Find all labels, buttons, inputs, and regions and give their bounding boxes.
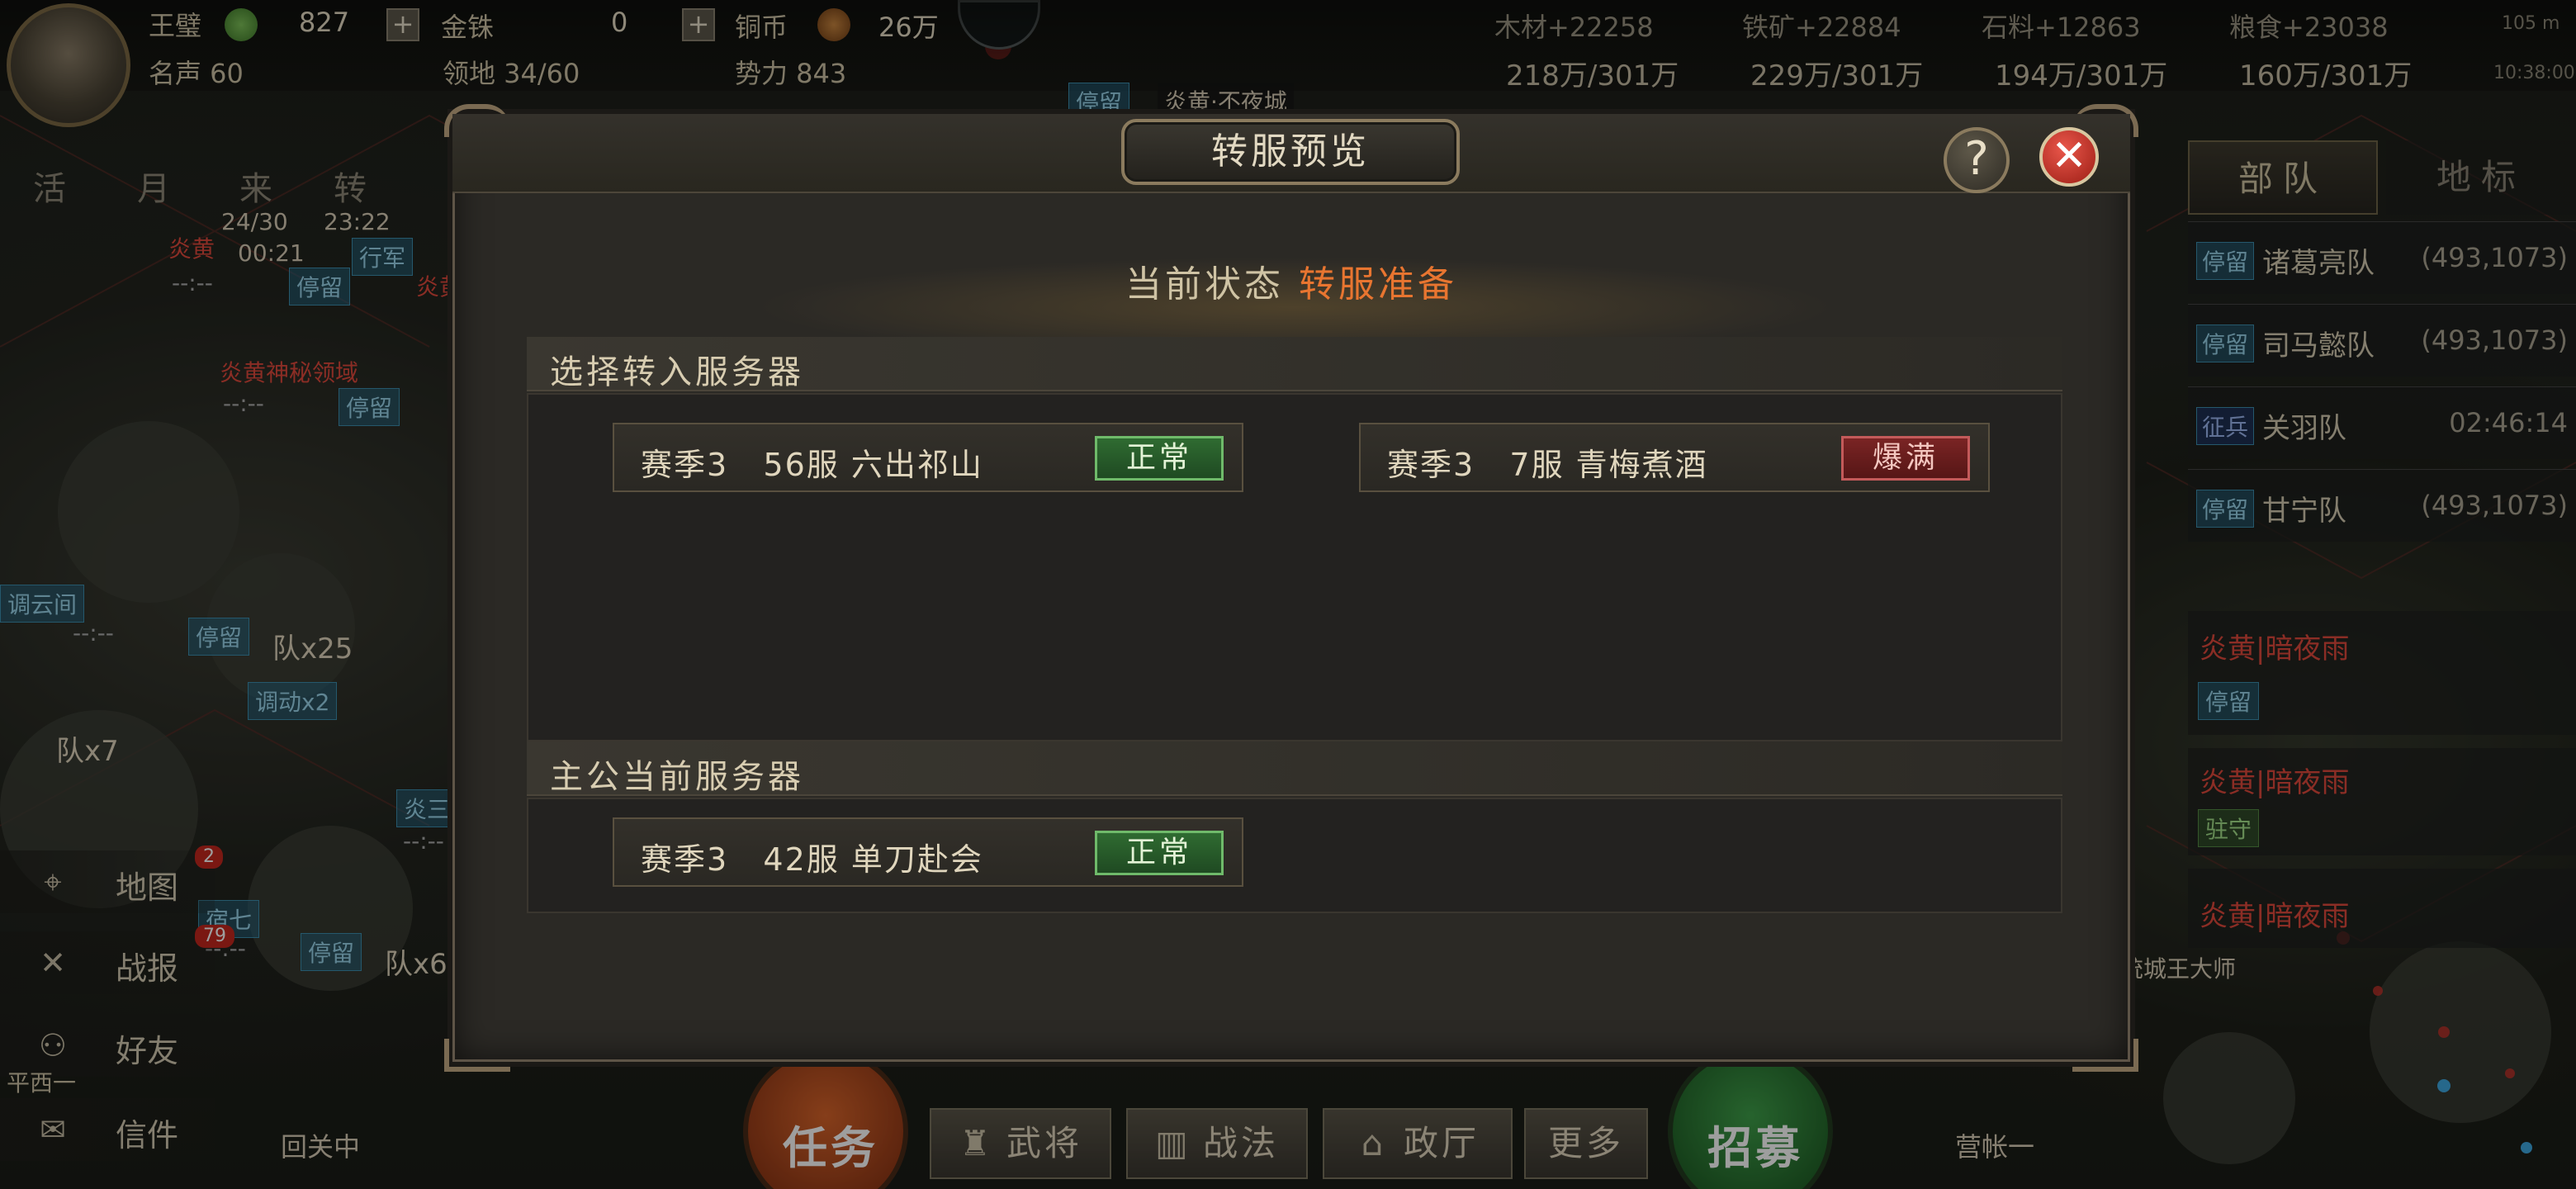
frame-ornament bbox=[444, 1039, 510, 1072]
current-server: 赛季3 42服 单刀赴会 正常 bbox=[613, 817, 1243, 887]
current-status: 当前状态 转服准备 bbox=[452, 254, 2130, 307]
server-name: 赛季3 7服 青梅煮酒 bbox=[1387, 447, 1708, 483]
server-name: 赛季3 56服 六出祁山 bbox=[641, 447, 983, 483]
help-button[interactable]: ? bbox=[1944, 127, 2010, 193]
status-label: 当前状态 bbox=[1125, 263, 1284, 306]
server-option[interactable]: 赛季3 7服 青梅煮酒 爆满 bbox=[1359, 423, 1990, 492]
server-transfer-dialog: 转服预览 ? ✕ 当前状态 转服准备 选择转入服务器 赛季3 56服 六出祁山 … bbox=[444, 104, 2138, 1072]
dialog-title-plate: 转服预览 bbox=[1121, 119, 1460, 185]
target-server-list: 赛季3 56服 六出祁山 正常 赛季3 7服 青梅煮酒 爆满 bbox=[527, 393, 2062, 741]
server-state-badge: 正常 bbox=[1095, 831, 1224, 875]
close-button[interactable]: ✕ bbox=[2039, 127, 2099, 187]
frame-ornament bbox=[2072, 1039, 2138, 1072]
target-server-header: 选择转入服务器 bbox=[527, 337, 2062, 391]
current-server-header: 主公当前服务器 bbox=[527, 741, 2062, 796]
dialog-title: 转服预览 bbox=[1211, 130, 1370, 173]
current-server-panel: 赛季3 42服 单刀赴会 正常 bbox=[527, 798, 2062, 913]
server-state-badge: 正常 bbox=[1095, 436, 1224, 481]
current-server-title: 主公当前服务器 bbox=[550, 758, 804, 796]
server-name: 赛季3 42服 单刀赴会 bbox=[641, 841, 983, 878]
server-state-badge: 爆满 bbox=[1841, 436, 1970, 481]
target-server-title: 选择转入服务器 bbox=[550, 353, 804, 391]
server-option[interactable]: 赛季3 56服 六出祁山 正常 bbox=[613, 423, 1243, 492]
status-value: 转服准备 bbox=[1299, 263, 1457, 306]
